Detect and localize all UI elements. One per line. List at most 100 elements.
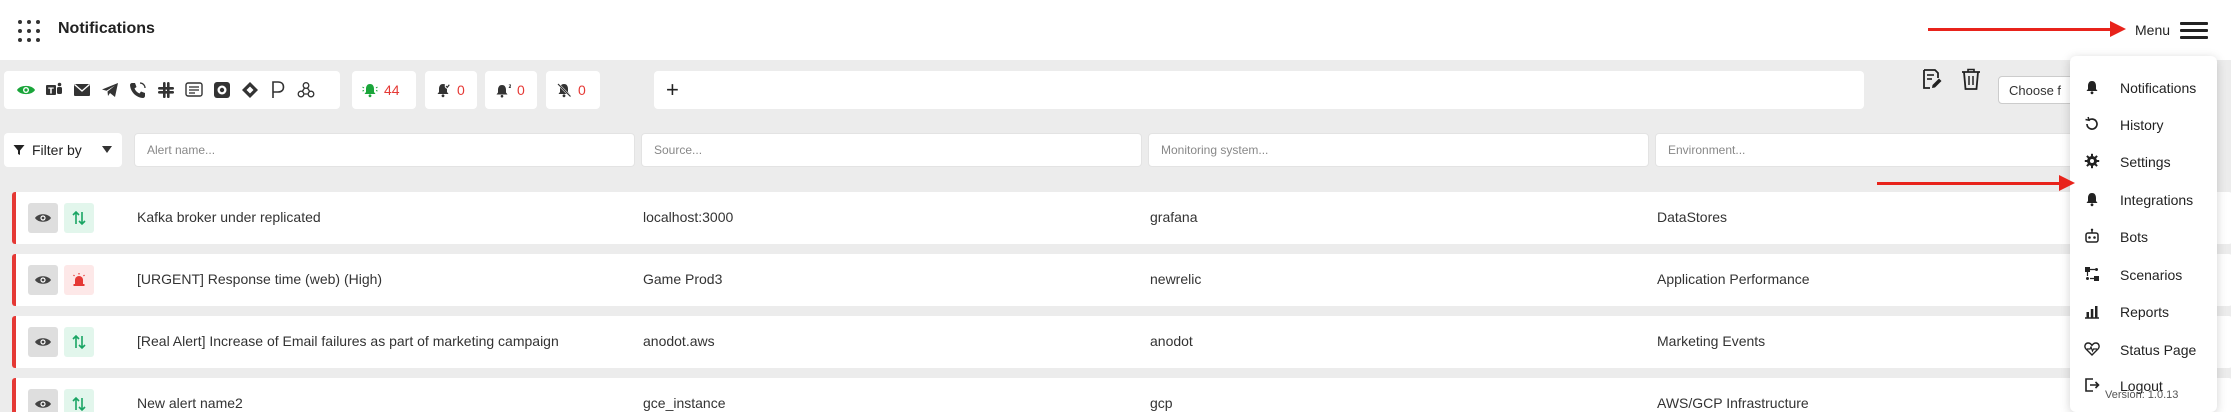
menu-item-notifications[interactable]: Notifications bbox=[2070, 70, 2217, 104]
view-alert-button[interactable] bbox=[28, 389, 58, 412]
siren-icon bbox=[73, 273, 85, 286]
slack-icon[interactable] bbox=[152, 76, 180, 104]
heartbeat-icon bbox=[2084, 342, 2100, 356]
acknowledged-counter[interactable]: 0 bbox=[425, 71, 477, 109]
history-icon bbox=[2085, 116, 2098, 130]
menu-item-label: Bots bbox=[2120, 229, 2149, 245]
alert-environment: Marketing Events bbox=[1657, 333, 1766, 349]
eye-icon bbox=[35, 338, 51, 346]
alert-name: [Real Alert] Increase of Email failures … bbox=[137, 333, 559, 349]
top-header: Notifications Menu bbox=[0, 0, 2231, 60]
menu-item-label: Reports bbox=[2120, 304, 2170, 320]
view-alert-button[interactable] bbox=[28, 265, 58, 295]
alert-environment: AWS/GCP Infrastructure bbox=[1657, 395, 1809, 411]
add-view-button[interactable]: + bbox=[666, 78, 679, 102]
alert-row[interactable]: Kafka broker under replicated localhost:… bbox=[12, 192, 2231, 244]
menu-item-label: Settings bbox=[2120, 154, 2171, 170]
menu-item-history[interactable]: History bbox=[2070, 107, 2217, 141]
sms-icon[interactable] bbox=[180, 76, 208, 104]
annotation-arrow-menu bbox=[1928, 21, 2126, 37]
monitoring-system-filter-input[interactable] bbox=[1148, 133, 1649, 167]
bell-off-icon bbox=[557, 83, 572, 98]
menu-item-label: Integrations bbox=[2120, 192, 2194, 208]
edit-note-icon[interactable] bbox=[1919, 67, 1945, 93]
hamburger-menu-icon[interactable] bbox=[2180, 22, 2208, 40]
app-version: Version: 1.0.13 bbox=[2105, 389, 2179, 401]
snoozed-counter[interactable]: z 0 bbox=[485, 71, 537, 109]
bell-icon bbox=[2086, 81, 2098, 95]
alert-name: [URGENT] Response time (web) (High) bbox=[137, 271, 383, 287]
view-tabs-bar: + bbox=[654, 71, 1864, 109]
alert-row[interactable]: [Real Alert] Increase of Email failures … bbox=[12, 316, 2231, 368]
muted-counter[interactable]: 0 bbox=[546, 71, 600, 109]
status-badge[interactable] bbox=[64, 327, 94, 357]
acknowledged-count: 0 bbox=[457, 82, 465, 98]
menu-button-label[interactable]: Menu bbox=[2135, 22, 2170, 38]
alert-name: Kafka broker under replicated bbox=[137, 209, 321, 225]
alert-environment: DataStores bbox=[1657, 209, 1728, 225]
teams-icon[interactable]: T bbox=[40, 76, 68, 104]
jira-icon[interactable] bbox=[236, 76, 264, 104]
menu-item-status-page[interactable]: Status Page bbox=[2070, 332, 2217, 366]
alert-environment: Application Performance bbox=[1657, 271, 1810, 287]
alert-name-filter-input[interactable] bbox=[134, 133, 635, 167]
caret-down-icon bbox=[102, 146, 112, 153]
view-alert-button[interactable] bbox=[28, 203, 58, 233]
status-badge[interactable] bbox=[64, 203, 94, 233]
logout-icon bbox=[2085, 378, 2100, 392]
scenarios-icon bbox=[2085, 267, 2099, 281]
up-down-arrows-icon bbox=[72, 210, 86, 226]
alert-monitoring-system: newrelic bbox=[1150, 271, 1202, 287]
alert-source: Game Prod3 bbox=[643, 271, 723, 287]
status-badge[interactable] bbox=[64, 389, 94, 412]
toolbar: T 44 0 z 0 0 + Choose f bbox=[0, 60, 2231, 120]
phone-icon[interactable] bbox=[124, 76, 152, 104]
chart-icon bbox=[2085, 306, 2099, 319]
pagerduty-icon[interactable] bbox=[264, 76, 292, 104]
up-down-arrows-icon bbox=[72, 334, 86, 350]
menu-item-scenarios[interactable]: Scenarios bbox=[2070, 257, 2217, 291]
bell-icon bbox=[2086, 193, 2098, 207]
telegram-icon[interactable] bbox=[96, 76, 124, 104]
alert-monitoring-system: anodot bbox=[1150, 333, 1193, 349]
filter-by-label: Filter by bbox=[32, 142, 82, 158]
active-count: 44 bbox=[384, 82, 400, 98]
up-down-arrows-icon bbox=[72, 396, 86, 412]
email-icon[interactable] bbox=[68, 76, 96, 104]
alert-row[interactable]: New alert name2 gce_instance gcp AWS/GCP… bbox=[12, 378, 2231, 412]
menu-item-bots[interactable]: Bots bbox=[2070, 219, 2217, 253]
active-alerts-counter[interactable]: 44 bbox=[352, 71, 416, 109]
trash-icon[interactable] bbox=[1960, 67, 1986, 93]
funnel-icon bbox=[13, 145, 25, 155]
apps-grid-icon[interactable] bbox=[18, 20, 40, 42]
snoozed-count: 0 bbox=[517, 82, 525, 98]
webhook-icon[interactable] bbox=[292, 76, 320, 104]
alert-name: New alert name2 bbox=[137, 395, 243, 411]
robot-icon bbox=[2085, 228, 2099, 243]
alert-monitoring-system: grafana bbox=[1150, 209, 1198, 225]
main-menu-dropdown: Notifications History Settings Integrati… bbox=[2070, 56, 2217, 412]
menu-item-integrations[interactable]: Integrations bbox=[2070, 182, 2217, 216]
menu-item-label: History bbox=[2120, 117, 2164, 133]
bell-alert-icon bbox=[362, 84, 378, 98]
eye-icon bbox=[35, 276, 51, 284]
filter-by-button[interactable]: Filter by bbox=[4, 133, 122, 167]
choose-select[interactable]: Choose f bbox=[1998, 76, 2078, 104]
menu-item-settings[interactable]: Settings bbox=[2070, 144, 2217, 178]
eye-icon[interactable] bbox=[12, 76, 40, 104]
alert-source: anodot.aws bbox=[643, 333, 715, 349]
channel-filter-bar: T bbox=[4, 71, 340, 109]
view-alert-button[interactable] bbox=[28, 327, 58, 357]
annotation-arrow-integrations bbox=[1877, 175, 2075, 191]
svg-text:z: z bbox=[509, 83, 512, 90]
source-filter-input[interactable] bbox=[641, 133, 1142, 167]
eye-icon bbox=[35, 214, 51, 222]
alert-monitoring-system: gcp bbox=[1150, 395, 1173, 411]
mattermost-icon[interactable] bbox=[208, 76, 236, 104]
status-badge[interactable] bbox=[64, 265, 94, 295]
muted-count: 0 bbox=[578, 82, 586, 98]
alert-source: localhost:3000 bbox=[643, 209, 734, 225]
menu-item-reports[interactable]: Reports bbox=[2070, 294, 2217, 328]
alert-row[interactable]: [URGENT] Response time (web) (High) Game… bbox=[12, 254, 2231, 306]
menu-item-label: Notifications bbox=[2120, 80, 2197, 96]
